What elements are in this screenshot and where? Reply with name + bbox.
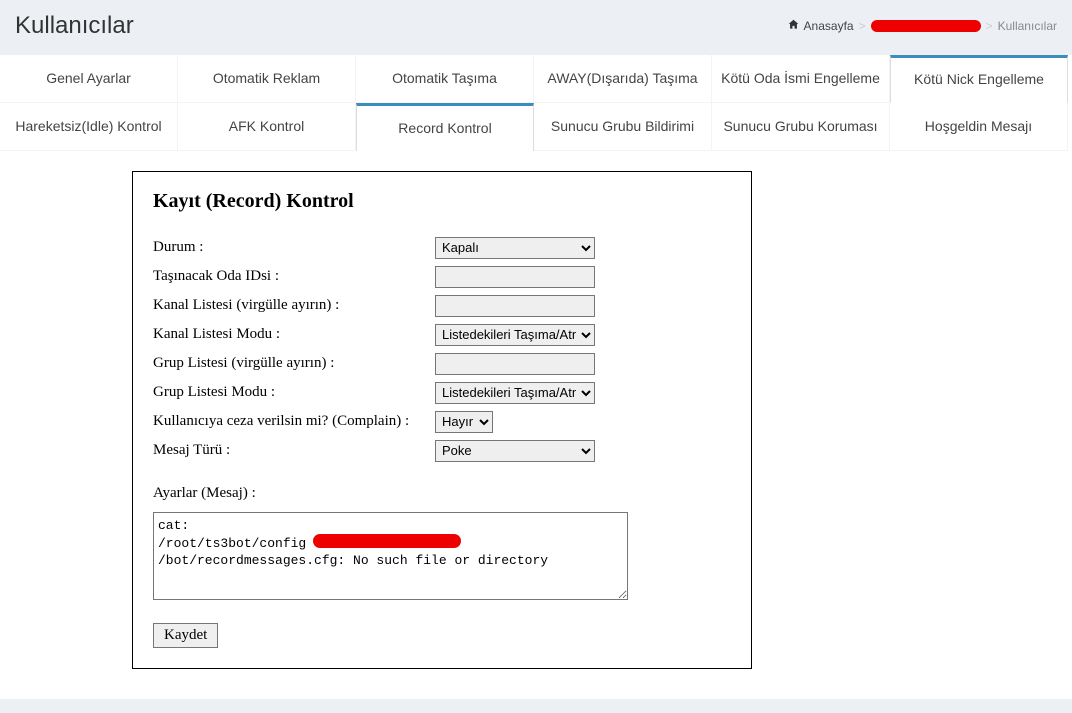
label-mesaj-turu: Mesaj Türü : [153,442,435,459]
panel-title: Kayıt (Record) Kontrol [153,190,731,213]
select-kanal-listesi-modu[interactable]: Listedekileri Taşıma/Atma [435,324,595,346]
row-mesaj-turu: Mesaj Türü : Poke [153,438,731,463]
breadcrumb-sep-1: > [859,19,866,33]
tab-sunucu-grubu-bildirimi[interactable]: Sunucu Grubu Bildirimi [534,103,712,151]
tab-sunucu-grubu-korumasi[interactable]: Sunucu Grubu Koruması [712,103,890,151]
row-ceza: Kullanıcıya ceza verilsin mi? (Complain)… [153,409,731,434]
label-ayarlar-mesaj: Ayarlar (Mesaj) : [153,485,731,502]
tab-otomatik-reklam[interactable]: Otomatik Reklam [178,55,356,103]
label-tasinacak-oda: Taşınacak Oda IDsi : [153,268,435,285]
settings-panel: Kayıt (Record) Kontrol Durum : Kapalı Ta… [132,171,752,669]
tab-away-tasima[interactable]: AWAY(Dışarıda) Taşıma [534,55,712,103]
label-kanal-listesi-modu: Kanal Listesi Modu : [153,326,435,343]
tab-genel-ayarlar[interactable]: Genel Ayarlar [0,55,178,103]
row-durum: Durum : Kapalı [153,235,731,260]
label-grup-listesi: Grup Listesi (virgülle ayırın) : [153,355,435,372]
label-kanal-listesi: Kanal Listesi (virgülle ayırın) : [153,297,435,314]
input-grup-listesi[interactable] [435,353,595,375]
content-wrap: Kayıt (Record) Kontrol Durum : Kapalı Ta… [0,151,1072,699]
breadcrumb-current: Kullanıcılar [998,19,1057,33]
page-header: Kullanıcılar Anasayfa > > Kullanıcılar [0,0,1072,55]
textarea-wrap [153,512,628,605]
select-ceza[interactable]: Hayır [435,411,493,433]
tabs-row-1: Genel Ayarlar Otomatik Reklam Otomatik T… [0,55,1072,103]
tab-idle-kontrol[interactable]: Hareketsiz(Idle) Kontrol [0,103,178,151]
row-kanal-listesi: Kanal Listesi (virgülle ayırın) : [153,293,731,318]
row-grup-listesi: Grup Listesi (virgülle ayırın) : [153,351,731,376]
tab-record-kontrol[interactable]: Record Kontrol [356,103,534,151]
page-title: Kullanıcılar [15,12,134,40]
breadcrumb-home[interactable]: Anasayfa [804,19,854,33]
home-icon [788,19,799,33]
input-tasinacak-oda[interactable] [435,266,595,288]
label-ceza: Kullanıcıya ceza verilsin mi? (Complain)… [153,413,435,430]
select-mesaj-turu[interactable]: Poke [435,440,595,462]
row-grup-listesi-modu: Grup Listesi Modu : Listedekileri Taşıma… [153,380,731,405]
tab-otomatik-tasima[interactable]: Otomatik Taşıma [356,55,534,103]
tab-kotu-nick[interactable]: Kötü Nick Engelleme [890,55,1068,103]
input-kanal-listesi[interactable] [435,295,595,317]
tab-kotu-oda-ismi[interactable]: Kötü Oda İsmi Engelleme [712,55,890,103]
tabs-container: Genel Ayarlar Otomatik Reklam Otomatik T… [0,55,1072,699]
tab-hosgeldin-mesaji[interactable]: Hoşgeldin Mesajı [890,103,1068,151]
label-grup-listesi-modu: Grup Listesi Modu : [153,384,435,401]
row-kanal-listesi-modu: Kanal Listesi Modu : Listedekileri Taşım… [153,322,731,347]
save-button[interactable]: Kaydet [153,623,218,648]
select-grup-listesi-modu[interactable]: Listedekileri Taşıma/Atma [435,382,595,404]
row-tasinacak-oda: Taşınacak Oda IDsi : [153,264,731,289]
textarea-ayarlar-mesaj[interactable] [153,512,628,600]
breadcrumb-sep-2: > [986,19,993,33]
breadcrumb-redacted [871,20,981,32]
breadcrumb: Anasayfa > > Kullanıcılar [788,19,1057,33]
select-durum[interactable]: Kapalı [435,237,595,259]
tabs-row-2: Hareketsiz(Idle) Kontrol AFK Kontrol Rec… [0,103,1072,151]
tab-afk-kontrol[interactable]: AFK Kontrol [178,103,356,151]
label-durum: Durum : [153,239,435,256]
